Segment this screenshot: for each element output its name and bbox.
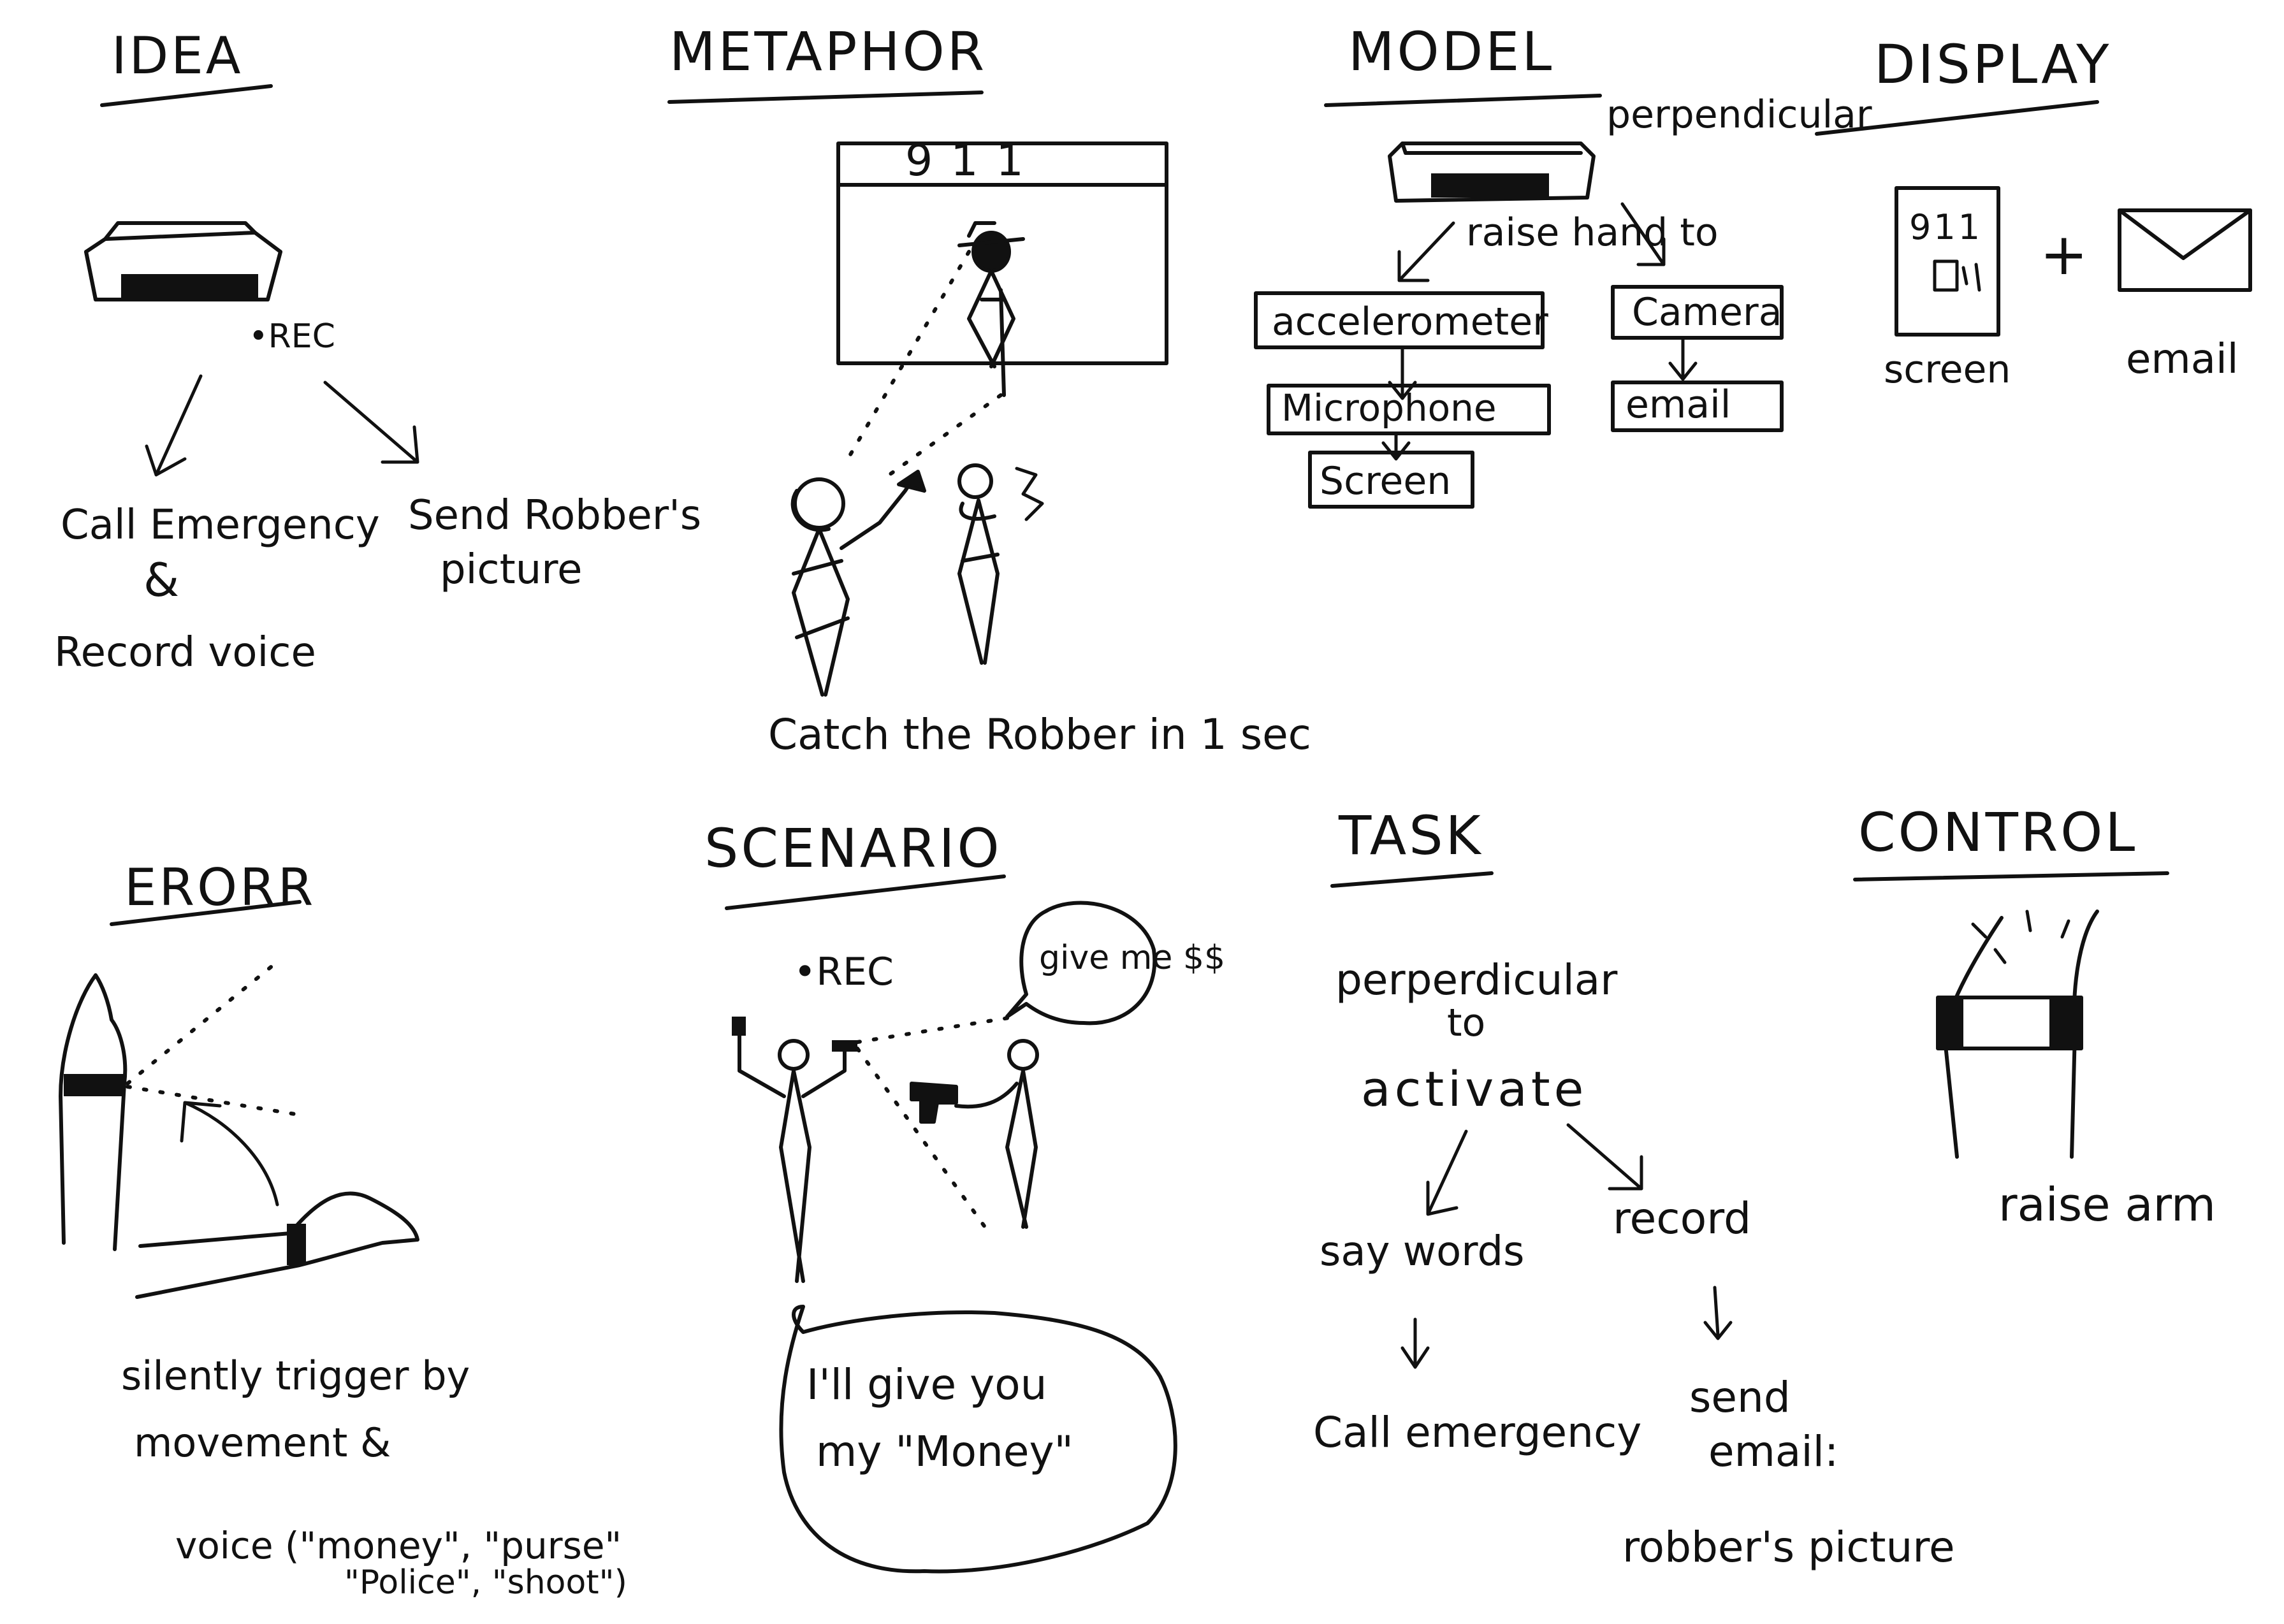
idea-rec-label: •REC (249, 317, 335, 356)
lowered-arm-icon (135, 1191, 419, 1299)
task-send-line1: send (1689, 1373, 1791, 1422)
model-accelerometer-box: accelerometer (1254, 291, 1548, 349)
task-arrow-left (1426, 1129, 1468, 1216)
metaphor-dotted-line-2 (887, 393, 1003, 477)
idea-section: IDEA •REC Call Emergency & Record voice … (54, 26, 701, 676)
idea-send-line1: Send Robber's (408, 492, 701, 539)
victim-hands-up-icon (732, 1017, 857, 1283)
metaphor-screen-number: 911 (905, 136, 1042, 186)
metaphor-heading: METAPHOR (669, 20, 987, 83)
display-section: DISPLAY 911 screen + email (1815, 33, 2252, 392)
model-heading-underline (1324, 94, 1602, 107)
model-section: MODEL perpendicular raise hand to accele… (1254, 20, 1872, 509)
model-heading: MODEL (1348, 20, 1554, 83)
victim-bubble-line1: I'll give you (806, 1360, 1047, 1409)
error-arrow (180, 1101, 279, 1207)
email-envelope-icon (2118, 208, 2252, 292)
model-accelerometer-label: accelerometer (1272, 300, 1548, 344)
wristband-device-icon (84, 221, 282, 301)
error-dotted-line-2 (126, 1085, 305, 1117)
error-heading: ERORR (124, 858, 316, 917)
idea-arrow-right (323, 381, 419, 464)
task-line2: to (1447, 1001, 1485, 1045)
model-screen-label: Screen (1320, 459, 1451, 504)
task-arrow-right (1566, 1123, 1643, 1191)
idea-call-line1: Call Emergency (61, 502, 380, 549)
metaphor-heading-underline (667, 91, 984, 104)
display-email-caption: email (2126, 336, 2239, 383)
idea-send-line2: picture (440, 546, 583, 593)
robber-speech-bubble: give me $$ (1005, 901, 1225, 1026)
idea-heading: IDEA (112, 26, 243, 85)
error-line2: movement & (134, 1419, 391, 1466)
model-email-box: email (1611, 381, 1784, 432)
model-wristband-icon (1388, 141, 1596, 203)
sketch-canvas: IDEA •REC Call Emergency & Record voice … (54, 20, 2252, 1602)
error-line1: silently trigger by (121, 1352, 470, 1399)
display-heading: DISPLAY (1874, 33, 2111, 96)
model-arrow-mic-screen (1381, 431, 1411, 461)
robber-bubble-text: give me $$ (1039, 939, 1225, 977)
error-line3: voice ("money", "purse" (175, 1524, 622, 1567)
idea-call-line2: & (143, 553, 179, 607)
model-email-label: email (1626, 382, 1731, 427)
task-heading-underline (1330, 871, 1494, 888)
model-microphone-box: Microphone (1267, 384, 1551, 435)
control-caption: raise arm (1998, 1178, 2216, 1231)
victim-speech-bubble: I'll give you my "Money" (779, 1305, 1177, 1574)
idea-heading-underline (100, 84, 273, 107)
task-call-emergency: Call emergency (1313, 1408, 1641, 1457)
model-microphone-label: Microphone (1281, 386, 1497, 430)
model-camera-box: Camera (1611, 285, 1784, 340)
raised-arm-icon (59, 973, 127, 1251)
task-arrow-record-send (1703, 1286, 1733, 1340)
task-section: TASK perperdicular to activate say words… (1313, 804, 1955, 1572)
victim-figure-icon (790, 470, 926, 697)
task-arrow-say-call (1400, 1317, 1430, 1369)
scenario-heading-underline (725, 874, 1006, 910)
robber-on-screen-icon (957, 221, 1025, 397)
raised-arm-motion-icon (1936, 910, 2099, 1159)
scenario-dotted-line-1 (855, 1015, 1019, 1044)
task-send-line2: email: (1708, 1427, 1838, 1476)
scenario-heading: SCENARIO (704, 817, 1002, 880)
model-camera-label: Camera (1632, 290, 1782, 335)
task-heading: TASK (1338, 804, 1483, 867)
sketch-board: IDEA •REC Call Emergency & Record voice … (0, 0, 2284, 1624)
metaphor-caption: Catch the Robber in 1 sec (768, 710, 1311, 759)
scenario-rec-label: •REC (794, 950, 894, 994)
idea-arrow-left (145, 374, 203, 477)
model-screen-box: Screen (1308, 451, 1474, 509)
metaphor-dotted-line-1 (846, 250, 971, 461)
task-line1: perperdicular (1335, 955, 1618, 1004)
control-heading: CONTROL (1858, 801, 2137, 864)
task-record: record (1613, 1194, 1751, 1244)
victim-bubble-line2: my "Money" (816, 1427, 1073, 1476)
robber-figure-icon (957, 463, 1044, 665)
control-section: CONTROL raise arm (1853, 801, 2216, 1231)
robber-with-gun-icon (910, 1039, 1039, 1229)
display-plus: + (2040, 221, 2088, 288)
display-screen-caption: screen (1884, 347, 2011, 392)
error-section: ERORR silently trigger by movement & voi… (59, 858, 627, 1602)
model-arrow-left (1397, 221, 1455, 282)
scenario-dotted-line-2 (855, 1047, 987, 1229)
speaker-sound-icon (1933, 259, 1981, 292)
robber-bubble-line: give me $$ (1039, 939, 1225, 977)
error-dotted-line-1 (126, 957, 282, 1085)
task-send-line3: robber's picture (1622, 1523, 1955, 1572)
display-screen-number: 911 (1909, 207, 1982, 247)
model-arrow-camera-email (1668, 336, 1698, 381)
idea-call-line3: Record voice (54, 629, 316, 676)
model-raise-hand: raise hand to (1466, 210, 1719, 255)
task-line3: activate (1361, 1061, 1587, 1117)
scenario-section: SCENARIO •REC give me $$ I'll give you m… (704, 817, 1225, 1574)
task-say-words: say words (1320, 1228, 1524, 1275)
metaphor-section: METAPHOR 911 Catch the Robber in 1 sec (667, 20, 1311, 759)
control-heading-underline (1853, 871, 2169, 881)
error-line4: "Police", "shoot") (344, 1563, 627, 1602)
